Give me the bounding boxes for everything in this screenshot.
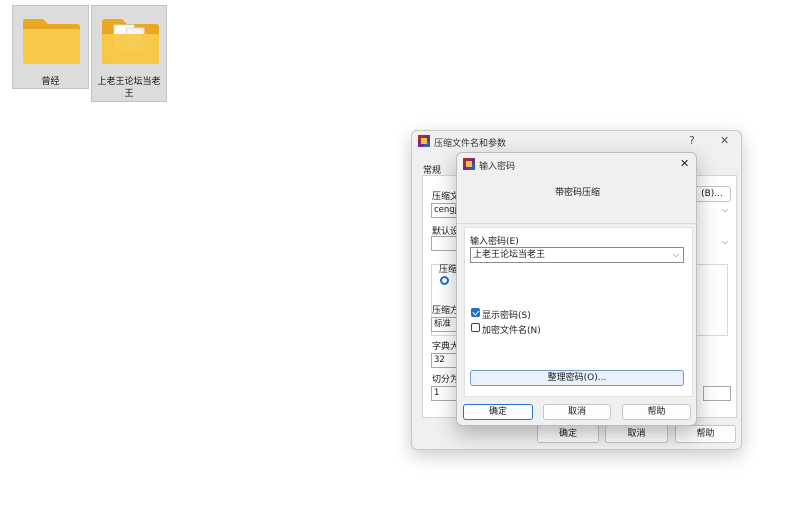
dialog-title: 压缩文件名和参数 (434, 139, 507, 149)
desktop-icon-label: 上老王论坛当老王 (97, 77, 161, 99)
password-label: 输入密码(E) (470, 237, 519, 247)
organize-passwords-button[interactable]: 整理密码(O)... (470, 370, 684, 386)
password-panel: 输入密码(E) 上老王论坛当老王 ⌵ 显示密码(S) 加密文件名(N) 整理密码… (464, 227, 693, 397)
split-unit-field[interactable] (703, 386, 731, 401)
encrypt-filenames-checkbox[interactable] (471, 323, 480, 332)
dialog-title: 输入密码 (479, 162, 516, 172)
show-password-checkbox[interactable] (471, 308, 480, 317)
desktop-folder-cengjing[interactable]: 曾经 (12, 5, 89, 89)
cancel-button[interactable]: 取消 (605, 425, 668, 443)
split-volumes-label: 切分为 (432, 375, 460, 385)
chevron-down-icon[interactable]: ⌵ (722, 237, 728, 247)
folder-with-documents-icon (102, 19, 159, 64)
browse-button[interactable]: (B)... (693, 186, 731, 202)
close-icon[interactable]: ✕ (720, 134, 729, 147)
close-icon[interactable]: ✕ (680, 157, 689, 170)
ok-button[interactable]: 确定 (537, 425, 599, 443)
desktop-icon-label: 曾经 (41, 77, 60, 87)
title-bar[interactable]: 输入密码 ✕ (457, 153, 696, 175)
dictionary-size-label: 字典大 (432, 342, 460, 352)
method-label: 压缩方 (432, 306, 460, 316)
separator (457, 223, 698, 224)
folder-icon (23, 19, 80, 64)
dialog-header: 带密码压缩 (554, 188, 600, 198)
password-input[interactable]: 上老王论坛当老王 (470, 247, 684, 263)
help-button[interactable]: 帮助 (675, 425, 736, 443)
rar-format-radio[interactable] (440, 276, 449, 285)
archive-name-label: 压缩文 (432, 192, 460, 202)
desktop-folder-laowang[interactable]: 上老王论坛当老王 (91, 5, 167, 102)
ok-button[interactable]: 确定 (463, 404, 533, 420)
help-title-button[interactable]: ? (689, 134, 695, 147)
winrar-app-icon (463, 158, 475, 170)
help-button[interactable]: 帮助 (622, 404, 691, 420)
password-dialog: 输入密码 ✕ 带密码压缩 输入密码(E) 上老王论坛当老王 ⌵ 显示密码(S) … (456, 152, 698, 426)
show-password-label: 显示密码(S) (482, 311, 531, 321)
winrar-app-icon (418, 135, 430, 147)
cancel-button[interactable]: 取消 (543, 404, 611, 420)
title-bar[interactable]: 压缩文件名和参数 ? ✕ (412, 131, 741, 153)
chevron-down-icon[interactable]: ⌵ (722, 205, 728, 215)
chevron-down-icon[interactable]: ⌵ (673, 250, 679, 260)
encrypt-filenames-label: 加密文件名(N) (482, 326, 541, 336)
